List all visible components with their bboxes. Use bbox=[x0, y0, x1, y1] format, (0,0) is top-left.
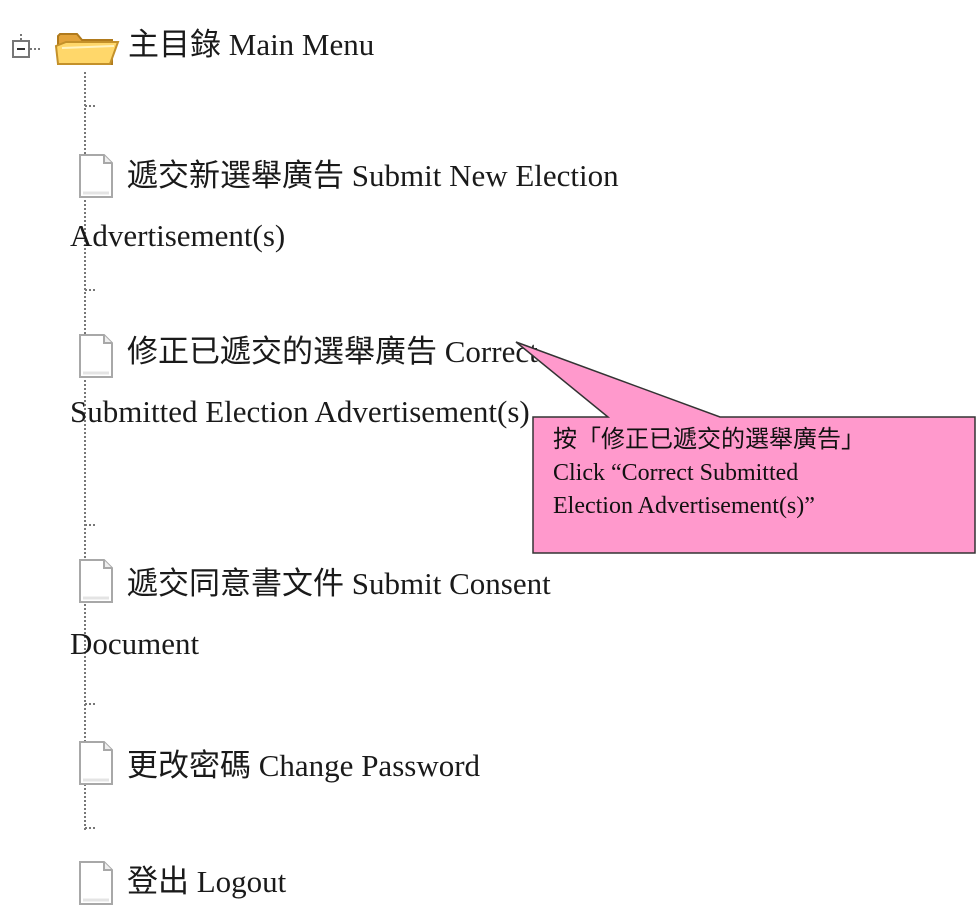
menu-item-submit-new-advertisement[interactable]: 遞交新選舉廣告 Submit New Election Advertisemen… bbox=[70, 146, 630, 266]
open-folder-icon bbox=[54, 33, 120, 65]
menu-item-change-password[interactable]: 更改密碼 Change Password bbox=[70, 736, 630, 796]
annotation-callout-text: 按「修正已遞交的選舉廣告」 Click “Correct Submitted E… bbox=[553, 424, 963, 523]
menu-item-logout[interactable]: 登出 Logout bbox=[70, 852, 630, 912]
callout-line-2: Click “Correct Submitted bbox=[553, 460, 799, 486]
main-menu-label[interactable]: 主目錄 Main Menu bbox=[128, 22, 374, 68]
collapse-minus-icon[interactable] bbox=[12, 34, 44, 62]
callout-line-3: Election Advertisement(s)” bbox=[553, 493, 815, 519]
callout-line-1: 按「修正已遞交的選舉廣告」 bbox=[553, 427, 865, 453]
menu-item-submit-consent-document[interactable]: 遞交同意書文件 Submit Consent Document bbox=[70, 554, 590, 674]
menu-item-correct-submitted-advertisement[interactable]: 修正已遞交的選舉廣告 Correct Submitted Election Ad… bbox=[70, 322, 550, 442]
